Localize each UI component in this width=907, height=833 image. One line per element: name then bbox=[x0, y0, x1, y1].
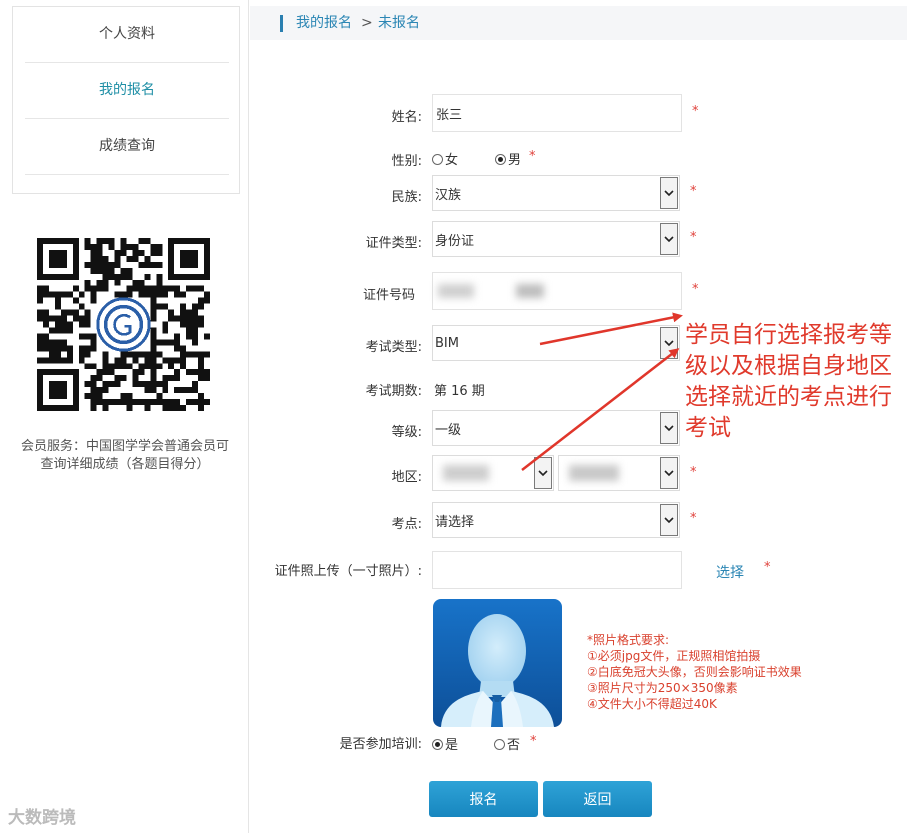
photo-requirement-line: ②白底免冠大头像，否则会影响证书效果 bbox=[587, 665, 802, 679]
name-label: 姓名: bbox=[391, 110, 422, 125]
training-no-radio[interactable]: 否 bbox=[494, 734, 520, 753]
exam-type-value: BIM bbox=[435, 335, 459, 351]
gender-female-label: 女 bbox=[445, 153, 459, 168]
id-type-value: 身份证 bbox=[435, 233, 475, 249]
photo-requirement-line: ④文件大小不得超过40K bbox=[587, 697, 717, 711]
annotation-text: 学员自行选择报考等级以及根据自身地区选择就近的考点进行考试 bbox=[685, 322, 892, 441]
sidebar-item-profile[interactable]: 个人资料 bbox=[25, 7, 229, 62]
id-type-select[interactable]: 身份证 bbox=[432, 221, 680, 257]
region-label: 地区: bbox=[391, 470, 422, 485]
back-button[interactable]: 返回 bbox=[543, 781, 652, 817]
training-no-label: 否 bbox=[507, 738, 521, 753]
required-mark: * bbox=[764, 560, 771, 575]
photo-placeholder-avatar bbox=[433, 599, 562, 727]
breadcrumb-separator: > bbox=[361, 15, 373, 31]
breadcrumb-current: 未报名 bbox=[378, 15, 420, 31]
level-label: 等级: bbox=[391, 425, 422, 440]
exam-site-value: 请选择 bbox=[435, 514, 475, 530]
name-input[interactable]: 张三 bbox=[432, 94, 682, 132]
required-mark: * bbox=[692, 282, 699, 297]
qr-caption: 会员服务：中国图学学会普通会员可查询详细成绩（各题目得分） bbox=[20, 439, 229, 472]
gender-female-radio[interactable]: 女 bbox=[432, 149, 458, 168]
sidebar-divider bbox=[25, 174, 229, 175]
blurred-value bbox=[443, 465, 489, 481]
radio-unselected-icon bbox=[494, 739, 505, 750]
exam-type-label: 考试类型: bbox=[365, 340, 422, 355]
photo-path-input[interactable] bbox=[432, 551, 682, 589]
required-mark: * bbox=[690, 511, 697, 526]
exam-site-label: 考点: bbox=[391, 517, 422, 532]
ethnicity-select[interactable]: 汉族 bbox=[432, 175, 680, 211]
radio-selected-icon bbox=[495, 154, 506, 165]
chevron-down-icon bbox=[660, 223, 678, 255]
chevron-down-icon bbox=[660, 504, 678, 536]
sidebar-item-my-registration[interactable]: 我的报名 bbox=[25, 63, 229, 118]
choose-photo-link[interactable]: 选择 bbox=[716, 562, 744, 582]
exam-period-value: 第 16 期 bbox=[434, 384, 485, 399]
photo-requirements: *照片格式要求: ①必须jpg文件，正规照相馆拍摄 ②白底免冠大头像，否则会影响… bbox=[587, 632, 847, 712]
sidebar-menu: 个人资料 我的报名 成绩查询 bbox=[12, 6, 240, 194]
breadcrumb-root-link[interactable]: 我的报名 bbox=[296, 15, 352, 32]
ethnicity-label: 民族: bbox=[391, 190, 422, 205]
required-mark: * bbox=[692, 104, 699, 119]
photo-requirement-line: ③照片尺寸为250×350像素 bbox=[587, 681, 738, 695]
photo-requirement-line: ①必须jpg文件，正规照相馆拍摄 bbox=[587, 649, 761, 663]
id-number-label: 证件号码 bbox=[362, 288, 415, 303]
exam-period-label: 考试期数: bbox=[365, 384, 422, 399]
level-value: 一级 bbox=[435, 422, 462, 438]
id-type-label: 证件类型: bbox=[365, 236, 422, 251]
blurred-value bbox=[438, 284, 474, 298]
gender-male-label: 男 bbox=[508, 153, 522, 168]
arrow-to-region bbox=[521, 348, 680, 471]
required-mark: * bbox=[530, 734, 537, 749]
breadcrumb-marker bbox=[280, 15, 283, 32]
submit-registration-button[interactable]: 报名 bbox=[429, 781, 538, 817]
required-mark: * bbox=[690, 184, 697, 199]
training-yes-radio[interactable]: 是 bbox=[432, 734, 458, 753]
training-yes-label: 是 bbox=[445, 738, 459, 753]
radio-unselected-icon bbox=[432, 154, 443, 165]
qr-code bbox=[37, 238, 210, 411]
required-mark: * bbox=[529, 149, 536, 164]
sidebar-item-score-query[interactable]: 成绩查询 bbox=[25, 119, 229, 174]
ethnicity-value: 汉族 bbox=[435, 187, 462, 203]
gender-label: 性别: bbox=[391, 154, 422, 169]
chevron-down-icon bbox=[660, 177, 678, 209]
radio-selected-icon bbox=[432, 739, 443, 750]
blurred-value bbox=[516, 284, 544, 298]
exam-site-select[interactable]: 请选择 bbox=[432, 502, 680, 538]
photo-requirements-title: *照片格式要求: bbox=[587, 633, 670, 647]
photo-upload-label: 证件照上传（一寸照片）: bbox=[274, 564, 422, 579]
name-value: 张三 bbox=[436, 107, 463, 123]
watermark: 大数跨境 bbox=[8, 808, 76, 828]
training-label: 是否参加培训: bbox=[339, 737, 422, 752]
required-mark: * bbox=[690, 230, 697, 245]
arrow-to-exam-type bbox=[539, 312, 683, 346]
gender-male-radio[interactable]: 男 bbox=[495, 149, 521, 168]
vertical-divider bbox=[248, 0, 249, 833]
